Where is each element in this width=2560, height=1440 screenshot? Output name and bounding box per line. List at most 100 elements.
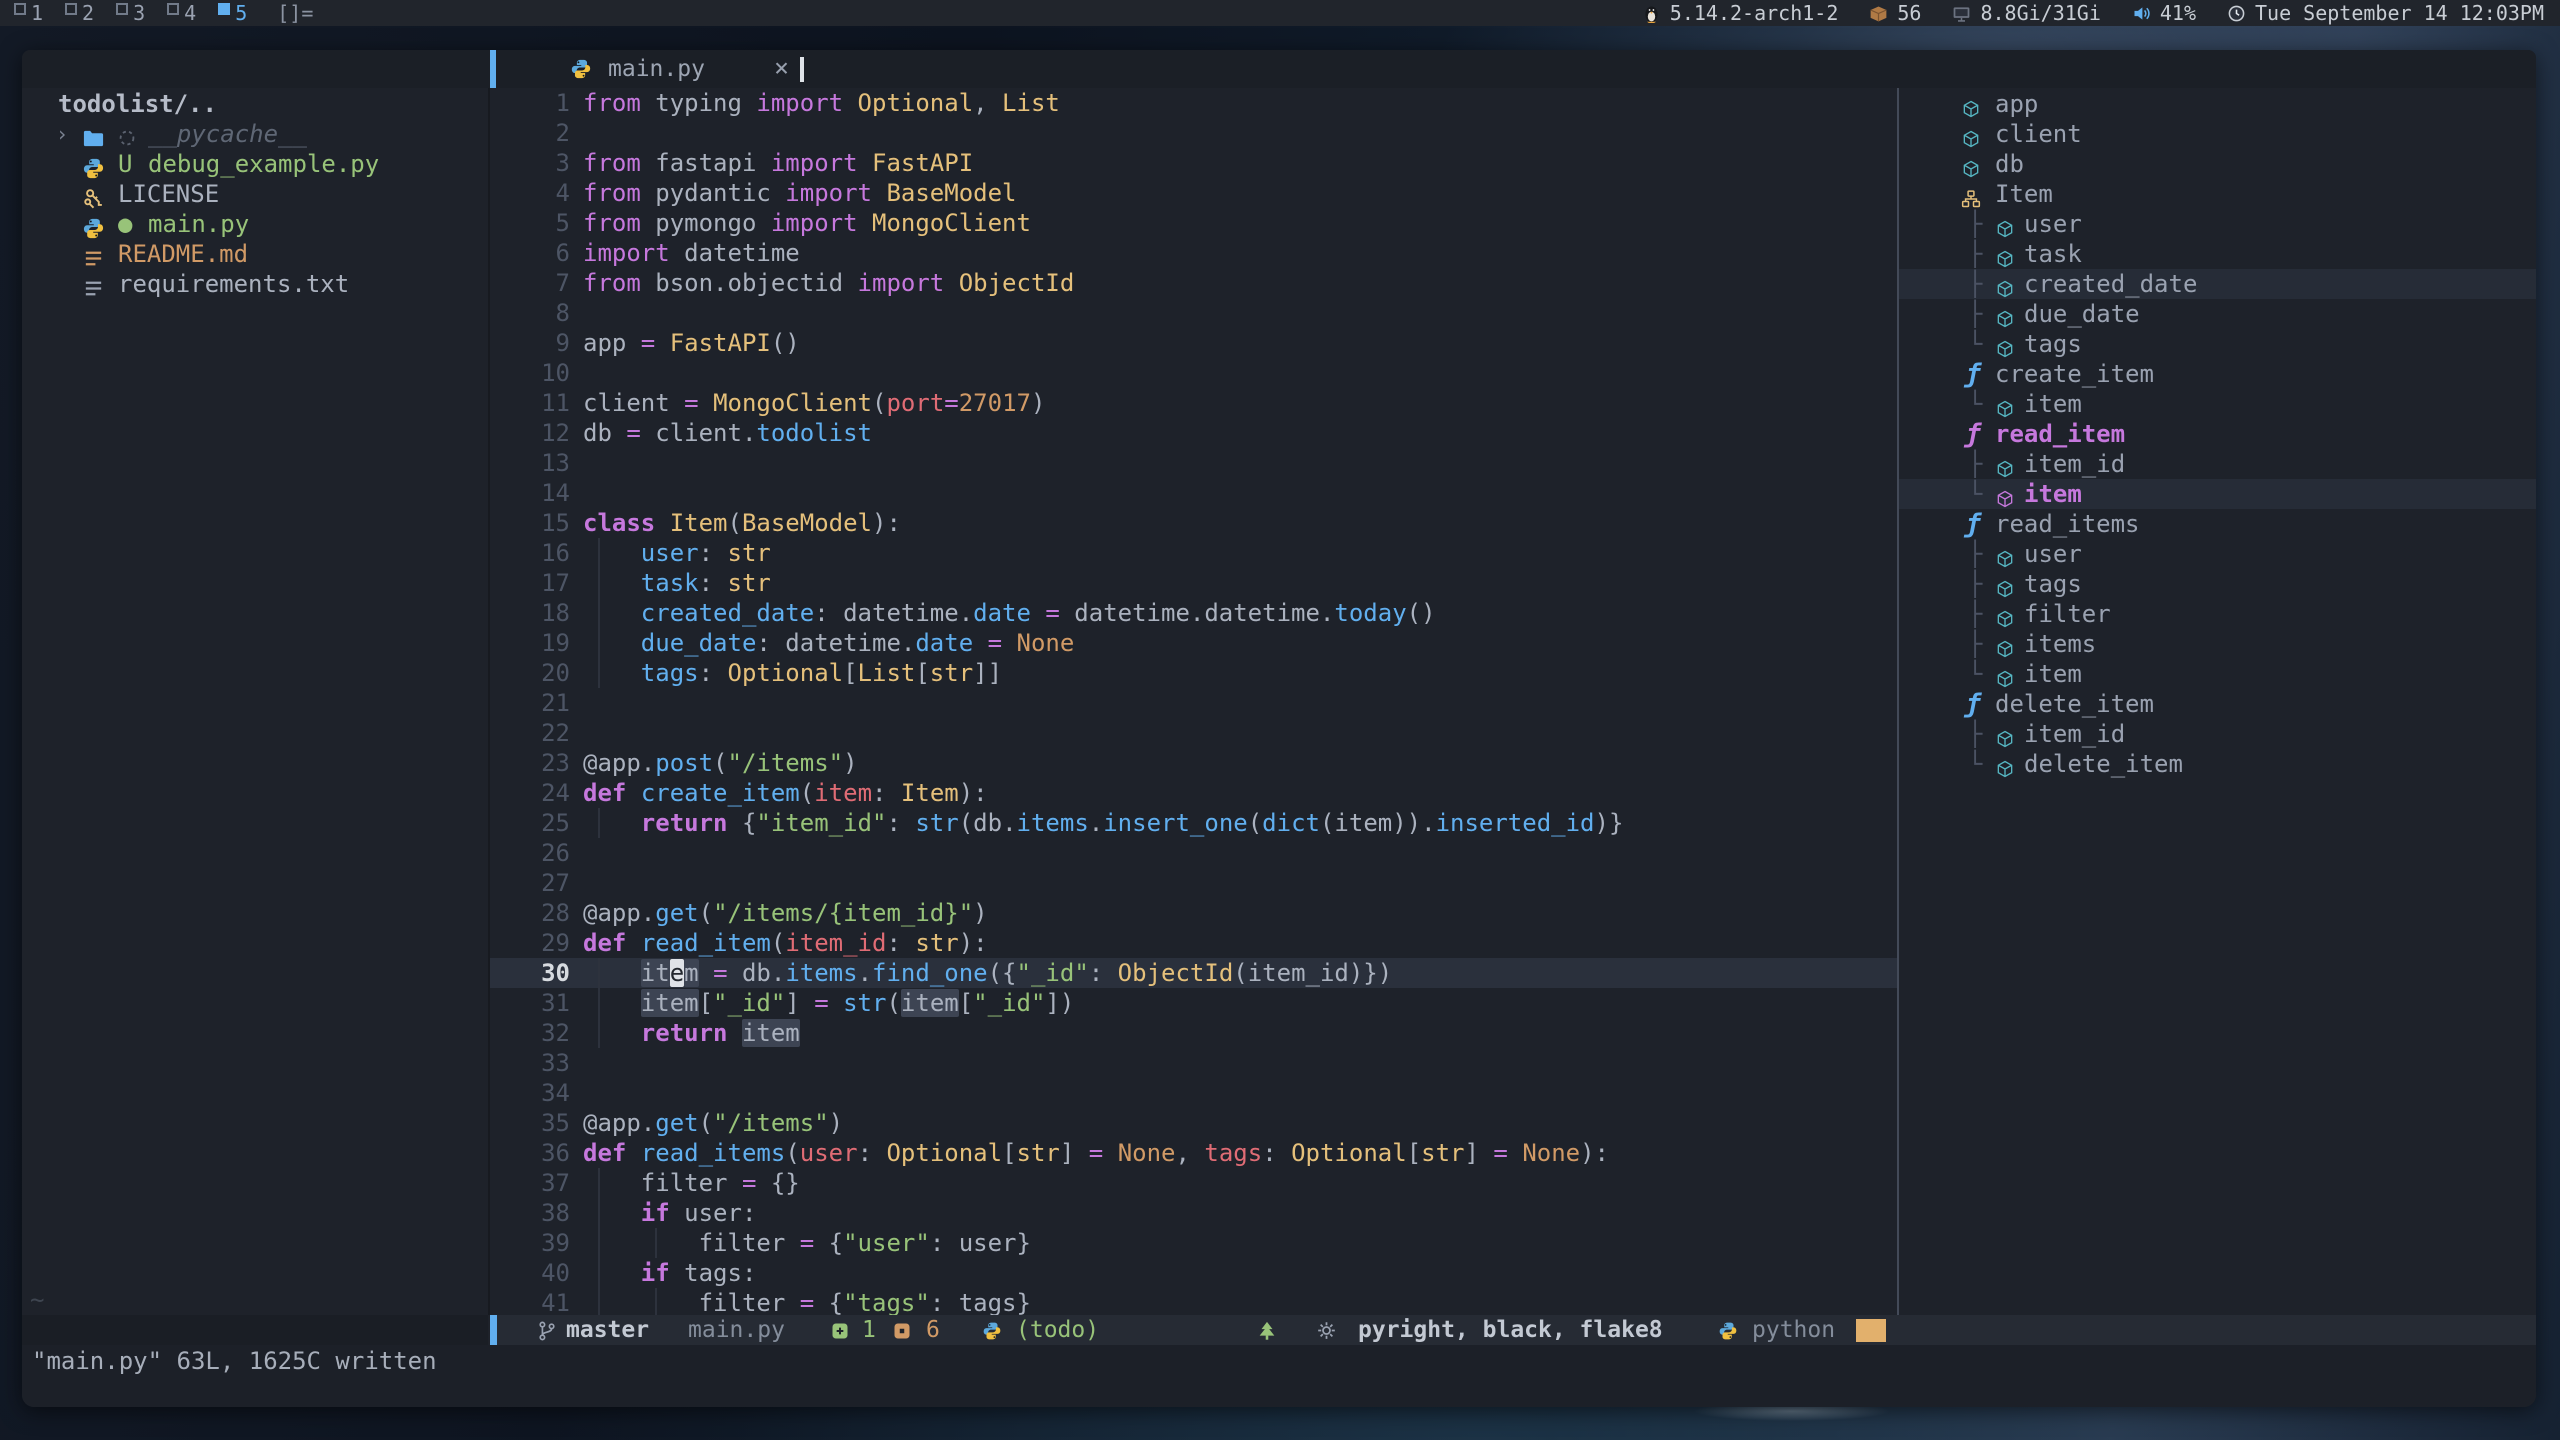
- symbol-filter[interactable]: ├filter: [1899, 599, 2536, 629]
- symbol-task[interactable]: ├task: [1899, 239, 2536, 269]
- symbol-client[interactable]: client: [1899, 119, 2536, 149]
- code-line-26[interactable]: 26: [490, 838, 1897, 868]
- workspace-2[interactable]: 2: [65, 1, 94, 25]
- symbol-user[interactable]: ├user: [1899, 209, 2536, 239]
- code-line-13[interactable]: 13: [490, 448, 1897, 478]
- symbol-item_id[interactable]: ├item_id: [1899, 719, 2536, 749]
- code-line-12[interactable]: 12db = client.todolist: [490, 418, 1897, 448]
- code-line-9[interactable]: 9app = FastAPI(): [490, 328, 1897, 358]
- symbol-Item[interactable]: Item: [1899, 179, 2536, 209]
- code-line-37[interactable]: 37 filter = {}: [490, 1168, 1897, 1198]
- code-line-20[interactable]: 20 tags: Optional[List[str]]: [490, 658, 1897, 688]
- root-folder-label: todolist/..: [58, 89, 217, 119]
- code-line-10[interactable]: 10: [490, 358, 1897, 388]
- file-name: main.py: [148, 209, 249, 239]
- file-item-LICENSE[interactable]: LICENSE: [22, 179, 488, 209]
- module-volume: 41%: [2131, 1, 2196, 25]
- code-line-27[interactable]: 27: [490, 868, 1897, 898]
- code-line-35[interactable]: 35@app.get("/items"): [490, 1108, 1897, 1138]
- symbol-label: user: [2024, 209, 2082, 239]
- code-line-39[interactable]: 39 filter = {"user": user}: [490, 1228, 1897, 1258]
- code-line-3[interactable]: 3from fastapi import FastAPI: [490, 148, 1897, 178]
- file-item-main.py[interactable]: ●main.py: [22, 209, 488, 239]
- code-line-31[interactable]: 31 item["_id"] = str(item["_id"]): [490, 988, 1897, 1018]
- symbol-user[interactable]: ├user: [1899, 539, 2536, 569]
- symbol-read_item[interactable]: ƒread_item: [1899, 419, 2536, 449]
- symbol-item_id[interactable]: ├item_id: [1899, 449, 2536, 479]
- code-line-29[interactable]: 29def read_item(item_id: str):: [490, 928, 1897, 958]
- file-item-debug_example.py[interactable]: Udebug_example.py: [22, 149, 488, 179]
- line-number: 35: [490, 1108, 570, 1138]
- code-line-7[interactable]: 7from bson.objectid import ObjectId: [490, 268, 1897, 298]
- code-line-14[interactable]: 14: [490, 478, 1897, 508]
- tree-connector: ├: [1968, 539, 1982, 569]
- layout-indicator: []=: [277, 1, 313, 25]
- symbol-items[interactable]: ├items: [1899, 629, 2536, 659]
- python-icon: [82, 157, 105, 180]
- code-editor[interactable]: 1from typing import Optional, List23from…: [490, 88, 1897, 1315]
- tab-main-py[interactable]: main.py ×: [496, 50, 826, 88]
- tree-connector: ├: [1968, 629, 1982, 659]
- code-line-33[interactable]: 33: [490, 1048, 1897, 1078]
- symbol-item[interactable]: └item: [1899, 389, 2536, 419]
- code-line-4[interactable]: 4from pydantic import BaseModel: [490, 178, 1897, 208]
- tree-icon: [1256, 1320, 1278, 1342]
- code-line-5[interactable]: 5from pymongo import MongoClient: [490, 208, 1897, 238]
- symbol-item[interactable]: └item: [1899, 479, 2536, 509]
- code-line-2[interactable]: 2: [490, 118, 1897, 148]
- symbol-app[interactable]: app: [1899, 89, 2536, 119]
- symbol-due_date[interactable]: ├due_date: [1899, 299, 2536, 329]
- code-line-15[interactable]: 15class Item(BaseModel):: [490, 508, 1897, 538]
- workspace-square-icon: [167, 3, 179, 15]
- symbol-create_item[interactable]: ƒcreate_item: [1899, 359, 2536, 389]
- line-number: 36: [490, 1138, 570, 1168]
- symbol-item[interactable]: └item: [1899, 659, 2536, 689]
- code-line-22[interactable]: 22: [490, 718, 1897, 748]
- code-line-16[interactable]: 16 user: str: [490, 538, 1897, 568]
- code-line-17[interactable]: 17 task: str: [490, 568, 1897, 598]
- code-line-25[interactable]: 25 return {"item_id": str(db.items.inser…: [490, 808, 1897, 838]
- code-line-6[interactable]: 6import datetime: [490, 238, 1897, 268]
- code-line-18[interactable]: 18 created_date: datetime.date = datetim…: [490, 598, 1897, 628]
- code-line-19[interactable]: 19 due_date: datetime.date = None: [490, 628, 1897, 658]
- workspace-4[interactable]: 4: [167, 1, 196, 25]
- file-item-README.md[interactable]: README.md: [22, 239, 488, 269]
- function-icon: ƒ: [1965, 509, 1981, 539]
- symbol-delete_item[interactable]: └delete_item: [1899, 749, 2536, 779]
- module-clock-text: Tue September 14 12:03PM: [2255, 1, 2544, 25]
- symbol-read_items[interactable]: ƒread_items: [1899, 509, 2536, 539]
- symbol-db[interactable]: db: [1899, 149, 2536, 179]
- symbol-delete_item[interactable]: ƒdelete_item: [1899, 689, 2536, 719]
- workspace-3[interactable]: 3: [116, 1, 145, 25]
- code-line-11[interactable]: 11client = MongoClient(port=27017): [490, 388, 1897, 418]
- workspace-1[interactable]: 1: [14, 1, 43, 25]
- textfile-icon: [82, 277, 105, 300]
- workspace-switcher: 12345: [0, 1, 247, 25]
- module-memory-text: 8.8Gi/31Gi: [1980, 1, 2100, 25]
- symbol-label: read_item: [1995, 419, 2125, 449]
- code-line-24[interactable]: 24def create_item(item: Item):: [490, 778, 1897, 808]
- code-line-32[interactable]: 32 return item: [490, 1018, 1897, 1048]
- code-line-41[interactable]: 41 filter = {"tags": tags}: [490, 1288, 1897, 1315]
- code-line-36[interactable]: 36def read_items(user: Optional[str] = N…: [490, 1138, 1897, 1168]
- code-line-40[interactable]: 40 if tags:: [490, 1258, 1897, 1288]
- file-name: requirements.txt: [118, 269, 349, 299]
- close-icon[interactable]: ×: [774, 50, 789, 86]
- file-item-requirements.txt[interactable]: requirements.txt: [22, 269, 488, 299]
- code-line-23[interactable]: 23@app.post("/items"): [490, 748, 1897, 778]
- code-line-1[interactable]: 1from typing import Optional, List: [490, 88, 1897, 118]
- code-line-30[interactable]: 30 item = db.items.find_one({"_id": Obje…: [490, 958, 1897, 988]
- explorer-root[interactable]: todolist/..: [22, 89, 488, 119]
- code-line-38[interactable]: 38 if user:: [490, 1198, 1897, 1228]
- symbol-tags[interactable]: └tags: [1899, 329, 2536, 359]
- terminal-window: main.py × todolist/..›__pycache__Udebug_…: [22, 50, 2536, 1407]
- code-line-28[interactable]: 28@app.get("/items/{item_id}"): [490, 898, 1897, 928]
- code-line-8[interactable]: 8: [490, 298, 1897, 328]
- code-line-21[interactable]: 21: [490, 688, 1897, 718]
- code-line-34[interactable]: 34: [490, 1078, 1897, 1108]
- line-number: 2: [490, 118, 570, 148]
- symbol-tags[interactable]: ├tags: [1899, 569, 2536, 599]
- file-item-__pycache__[interactable]: ›__pycache__: [22, 119, 488, 149]
- symbol-created_date[interactable]: ├created_date: [1899, 269, 2536, 299]
- workspace-5[interactable]: 5: [218, 1, 247, 25]
